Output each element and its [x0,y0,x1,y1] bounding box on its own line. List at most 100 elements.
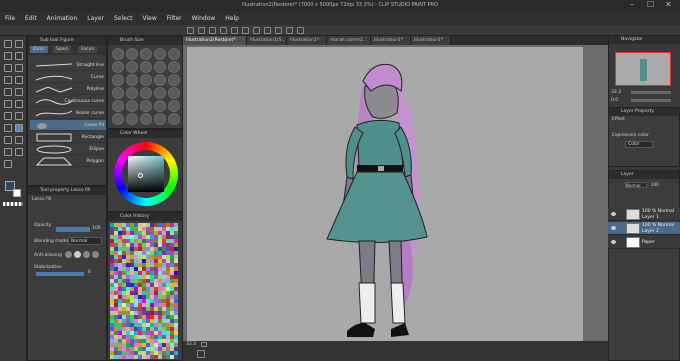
subtool-polyline[interactable]: Polyline [30,84,106,95]
aa-medium-option[interactable] [83,251,90,258]
snap-icon[interactable] [285,27,293,34]
brush-size-option[interactable] [140,61,152,73]
brush-size-option[interactable] [126,113,138,125]
subtool-tab-focus[interactable]: Focus [78,46,97,53]
opacity-slider[interactable] [56,227,90,232]
brush-size-option[interactable] [168,100,180,112]
correct-line-tool-icon[interactable] [4,160,12,168]
subtool-lasso-fill[interactable]: Lasso fill [30,120,106,131]
brush-size-option[interactable] [168,48,180,60]
brush-size-option[interactable] [140,74,152,86]
decoration-tool-icon[interactable] [15,100,23,108]
operation-tool-icon[interactable] [15,52,23,60]
clear-icon[interactable] [241,27,249,34]
airbrush-tool-icon[interactable] [4,100,12,108]
menu-filter[interactable]: Filter [162,12,187,22]
brush-size-option[interactable] [168,74,180,86]
menu-view[interactable]: View [138,12,162,22]
balloon-tool-icon[interactable] [15,148,23,156]
brush-size-option[interactable] [168,87,180,99]
brush-size-option[interactable] [112,113,124,125]
subtool-ellipse[interactable]: Ellipse [30,144,106,155]
transparent-color-swatch[interactable] [3,202,23,206]
open-icon[interactable] [197,27,205,34]
menu-edit[interactable]: Edit [20,12,42,22]
tab-illustration2[interactable]: Illustration2(Restore)* [183,36,247,45]
fill-tool-icon[interactable] [4,124,12,132]
new-icon[interactable] [186,27,194,34]
move-tool-icon[interactable] [4,52,12,60]
brush-size-option[interactable] [112,48,124,60]
undo-icon[interactable] [219,27,227,34]
pencil-tool-icon[interactable] [4,88,12,96]
expression-color-select[interactable]: Color [625,141,653,148]
layer-row-1[interactable]: 100 % Normal Layer 1 [608,208,680,221]
tab-illustration1-s[interactable]: Illustration1(S... [247,36,287,45]
aa-strong-option[interactable] [92,251,99,258]
redo-icon[interactable] [230,27,238,34]
menu-help[interactable]: Help [220,12,244,22]
subtool-straight-line[interactable]: Straight line [30,60,106,71]
figure-tool-icon[interactable] [15,124,23,132]
blending-mode-select[interactable]: Normal [68,237,102,245]
zoom-tool-icon[interactable] [4,40,12,48]
brush-size-option[interactable] [112,100,124,112]
subtool-polygon[interactable]: Polygon [30,156,106,167]
save-icon[interactable] [208,27,216,34]
subtool-curve[interactable]: Curve [30,72,106,83]
close-button[interactable]: ✕ [665,0,672,9]
pen-tool-icon[interactable] [15,76,23,84]
blend-tool-icon[interactable] [15,112,23,120]
brush-size-option[interactable] [126,74,138,86]
brush-size-option[interactable] [112,87,124,99]
invert-selection-icon[interactable] [274,27,282,34]
visibility-eye-icon[interactable] [611,226,616,230]
subtool-rectangle[interactable]: Rectangle [30,132,106,143]
brush-tool-icon[interactable] [15,88,23,96]
tab-illustration1-b[interactable]: Illustration1* [371,36,411,45]
stabilization-slider[interactable] [36,272,84,276]
visibility-eye-icon[interactable] [611,240,616,244]
brush-size-option[interactable] [168,61,180,73]
eraser-tool-icon[interactable] [4,112,12,120]
menu-animation[interactable]: Animation [42,12,83,22]
ruler-tool-icon[interactable] [15,136,23,144]
blend-mode-select[interactable]: Normal [625,182,647,188]
maximize-button[interactable]: ☐ [647,0,654,9]
brush-size-option[interactable] [154,74,166,86]
deselect-icon[interactable] [263,27,271,34]
transform-icon[interactable] [252,27,260,34]
aa-weak-option[interactable] [74,251,81,258]
brush-size-option[interactable] [154,113,166,125]
navigator-preview[interactable] [615,52,671,86]
tab-illustration1-c[interactable]: Illustration1* [411,36,451,45]
brush-size-option[interactable] [154,100,166,112]
brush-size-option[interactable] [140,113,152,125]
ruler-icon[interactable] [296,27,304,34]
subtool-tab-direct[interactable]: Direc [30,46,48,53]
canvas[interactable] [187,47,583,341]
brush-size-option[interactable] [126,100,138,112]
hand-tool-icon[interactable] [15,40,23,48]
subtool-tab-special[interactable]: Speci [53,46,72,53]
menu-layer[interactable]: Layer [82,12,109,22]
navigator-angle-slider[interactable] [631,99,671,102]
navigator-zoom-slider[interactable] [631,91,671,94]
minimize-button[interactable]: – [630,0,634,9]
eyedropper-tool-icon[interactable] [4,76,12,84]
sub-color-swatch[interactable] [13,189,21,197]
brush-size-option[interactable] [126,48,138,60]
brush-size-option[interactable] [140,48,152,60]
color-picker-cursor[interactable] [138,173,143,178]
brush-size-option[interactable] [154,87,166,99]
fit-view-icon[interactable] [197,350,205,358]
brush-size-option[interactable] [140,100,152,112]
subtool-bezier-curve[interactable]: Bezier curve [30,108,106,119]
aa-none-option[interactable] [65,251,72,258]
color-history-swatch[interactable] [174,355,178,359]
selection-tool-icon[interactable] [4,64,12,72]
brush-size-option[interactable] [126,87,138,99]
brush-size-option[interactable] [154,48,166,60]
saturation-value-square[interactable] [128,156,164,192]
text-tool-icon[interactable] [4,148,12,156]
